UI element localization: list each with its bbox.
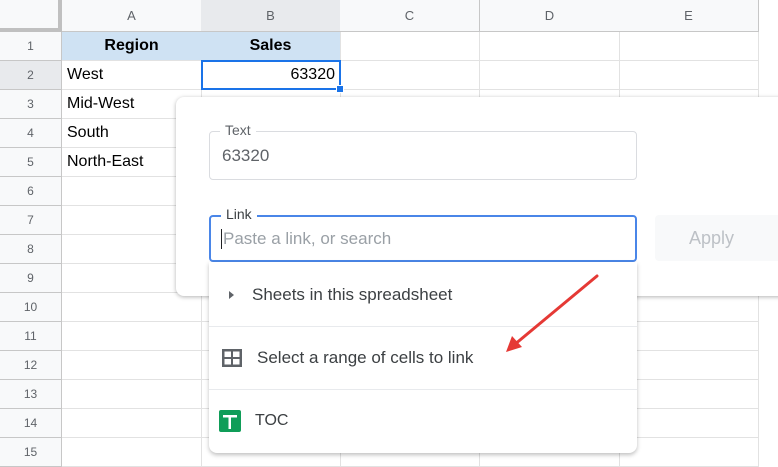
annotation-arrow [506,274,599,352]
